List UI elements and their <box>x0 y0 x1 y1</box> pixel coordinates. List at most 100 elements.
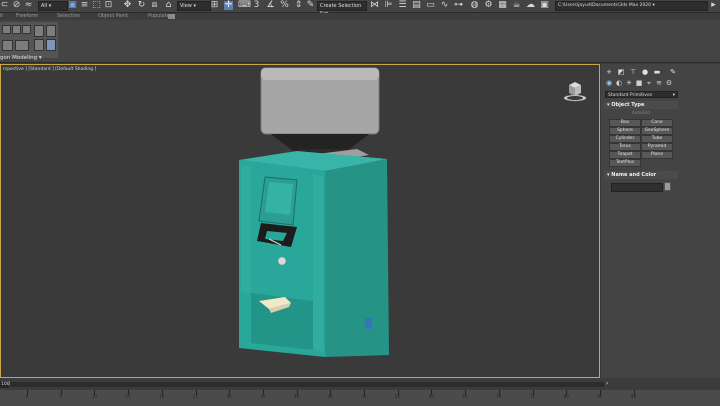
teapot-button[interactable]: Teapot <box>609 151 641 159</box>
ribbon-toggle-button[interactable] <box>168 14 175 19</box>
modify-mode-button[interactable] <box>2 40 13 51</box>
geosphere-button[interactable]: GeoSphere <box>641 127 673 135</box>
ruler-tick-label: 15 <box>125 394 131 399</box>
window-crossing-icon[interactable]: ⊡ <box>104 1 113 10</box>
angle-snap-icon[interactable]: ∡ <box>266 1 275 10</box>
space-warps-icon[interactable]: ≋ <box>655 79 663 87</box>
time-slider-next-frame-icon[interactable]: › <box>606 380 608 387</box>
bind-icon[interactable]: ≈ <box>24 1 33 10</box>
select-by-name-icon[interactable]: ≡ <box>80 1 89 10</box>
reference-coordinate-dropdown[interactable]: View ▾ <box>177 1 211 11</box>
systems-icon[interactable]: ⚙ <box>665 79 673 87</box>
selection-filter-dropdown[interactable]: All ▾ <box>38 1 68 11</box>
render-in-cloud-icon[interactable]: ☁ <box>526 1 535 10</box>
render-production-icon[interactable]: ☕ <box>512 1 521 10</box>
cameras-icon[interactable]: ■ <box>635 79 643 87</box>
scene-explorer-icon[interactable]: ☰ <box>398 1 407 10</box>
cone-button[interactable]: Cone <box>641 119 673 127</box>
helpers-icon[interactable]: ⌖ <box>645 79 653 87</box>
motion-tab-icon[interactable]: ● <box>641 68 649 76</box>
ruler-tick-label: 10 <box>91 394 97 399</box>
percent-snap-icon[interactable]: % <box>280 1 289 10</box>
textplus-button[interactable]: TextPlus <box>609 159 641 167</box>
coffee-grinder-model[interactable] <box>229 65 389 378</box>
material-editor-icon[interactable]: ◍ <box>470 1 479 10</box>
select-object-icon[interactable]: ▣ <box>68 1 77 10</box>
box-button[interactable]: Box <box>609 119 641 127</box>
edit-named-selection-icon[interactable]: ✎ <box>306 1 315 10</box>
edit-mode-button[interactable] <box>22 25 31 34</box>
perspective-viewport[interactable]: rspective ] [Standard ] [Default Shading… <box>0 64 600 378</box>
edit-mode-button[interactable] <box>2 25 11 34</box>
link-icon[interactable]: ⊂ <box>0 1 9 10</box>
align-icon[interactable]: ⊫ <box>384 1 393 10</box>
ruler-tick-label: 65 <box>462 394 468 399</box>
grind-button[interactable] <box>277 256 287 266</box>
render-setup-icon[interactable]: ⚙ <box>484 1 493 10</box>
sphere-button[interactable]: Sphere <box>609 127 641 135</box>
pivot-center-icon[interactable]: ⊞ <box>210 1 219 10</box>
rectangular-region-icon[interactable]: ⬚ <box>92 1 101 10</box>
torus-button[interactable]: Torus <box>609 143 641 151</box>
ruler-tick-label: 50 <box>361 394 367 399</box>
ribbon-tab-freeform[interactable]: Freeform <box>16 13 38 20</box>
ribbon-tab-object-paint[interactable]: Object Paint <box>98 13 128 20</box>
display-tab-icon[interactable]: ▬ <box>653 68 661 76</box>
vertex-mode-button[interactable] <box>34 25 44 37</box>
ruler-tick-label: 90 <box>631 394 637 399</box>
keyboard-shortcut-icon[interactable]: ⌨ <box>238 1 251 10</box>
utilities-tab-icon[interactable]: ✎ <box>669 68 677 76</box>
object-type-rollout-header[interactable]: ▾ Object Type <box>604 101 678 109</box>
snaps-toggle-icon[interactable]: 3 <box>252 1 261 10</box>
curve-editor-icon[interactable]: ∿ <box>440 1 449 10</box>
pyramid-button[interactable]: Pyramid <box>641 143 673 151</box>
object-name-field[interactable] <box>611 183 663 192</box>
scale-icon[interactable]: ⧈ <box>150 1 159 10</box>
lights-icon[interactable]: ☀ <box>625 79 633 87</box>
modify-tab-icon[interactable]: ◩ <box>617 68 625 76</box>
plane-button[interactable]: Plane <box>641 151 673 159</box>
ruler-tick-label: 20 <box>159 394 165 399</box>
object-category-dropdown[interactable]: Standard Primitives ▾ <box>605 91 678 98</box>
collapse-stack-button[interactable] <box>15 40 29 51</box>
move-icon[interactable]: ✥ <box>123 1 132 10</box>
element-mode-button[interactable] <box>46 39 56 51</box>
polygon-modeling-label[interactable]: gon Modeling ▾ <box>0 54 42 62</box>
a360-gallery-icon[interactable]: ▣ <box>540 1 549 10</box>
ribbon-toggle-icon[interactable]: ▭ <box>426 1 435 10</box>
rotate-icon[interactable]: ↻ <box>137 1 146 10</box>
ribbon-tab-selection[interactable]: Selection <box>57 13 80 20</box>
cylinder-button[interactable]: Cylinder <box>609 135 641 143</box>
tube-button[interactable]: Tube <box>641 135 673 143</box>
mirror-icon[interactable]: ⋈ <box>370 1 379 10</box>
time-slider-frame-field[interactable]: 100 <box>0 381 10 388</box>
ruler-tick-label: 35 <box>260 394 266 399</box>
project-folder-icon[interactable]: ▸ <box>709 1 718 10</box>
named-selection-set-dropdown[interactable]: Create Selection Set <box>317 1 367 17</box>
layer-explorer-icon[interactable]: ▤ <box>412 1 421 10</box>
project-folder-field[interactable]: C:\Users\joyud\Documents\3ds Max 2020 ▾ <box>555 1 708 11</box>
unlink-icon[interactable]: ⊘ <box>12 1 21 10</box>
name-and-color-rollout-header[interactable]: ▾ Name and Color <box>604 171 678 179</box>
autogrid-checkbox[interactable]: AutoGrid <box>601 110 681 115</box>
edge-mode-button[interactable] <box>46 25 56 37</box>
shapes-icon[interactable]: ◐ <box>615 79 623 87</box>
geometry-icon[interactable]: ◉ <box>605 79 613 87</box>
placement-icon[interactable]: ⌂ <box>164 1 173 10</box>
time-slider-track[interactable] <box>10 382 604 387</box>
select-manipulate-icon[interactable]: ✛ <box>224 1 233 10</box>
polygon-mode-button[interactable] <box>34 39 44 51</box>
hierarchy-tab-icon[interactable]: ⊤ <box>629 68 637 76</box>
viewcube[interactable] <box>559 79 591 103</box>
viewport-label-menu[interactable]: rspective ] [Standard ] [Default Shading… <box>3 67 96 72</box>
track-bar-ruler[interactable]: 0 5 10 15 20 25 30 35 40 45 50 55 60 65 70 75 80 85 90 <box>0 390 720 406</box>
ribbon-tab-modeling[interactable]: ll <box>0 13 3 20</box>
create-tab-icon[interactable]: + <box>605 68 613 76</box>
spinner-snap-icon[interactable]: ⇕ <box>294 1 303 10</box>
rendered-frame-window-icon[interactable]: ▦ <box>498 1 507 10</box>
schematic-view-icon[interactable]: ⊶ <box>454 1 463 10</box>
edit-mode-button[interactable] <box>12 25 21 34</box>
grinder-body-side <box>325 159 389 357</box>
ribbon-tab-populate[interactable]: Populate <box>148 13 170 20</box>
object-color-swatch[interactable] <box>664 182 671 191</box>
